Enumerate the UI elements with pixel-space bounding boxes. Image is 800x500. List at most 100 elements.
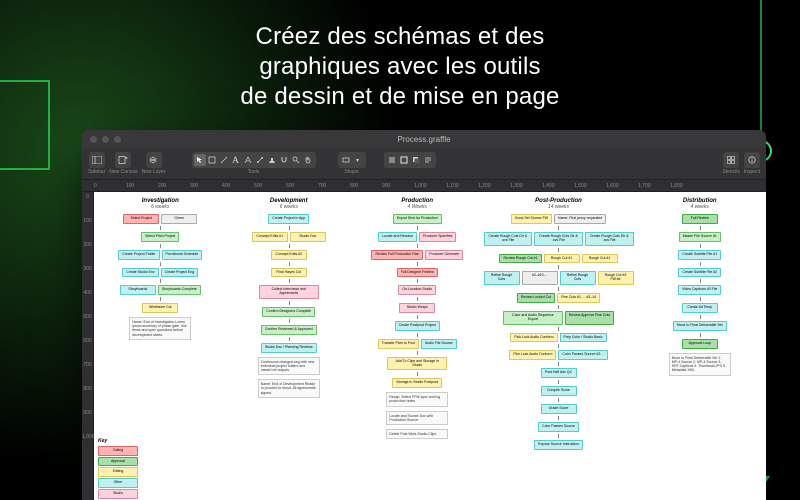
flow-node[interactable]: On-Location Studio [398, 285, 436, 295]
phase-note[interactable]: Continuous changed-seg with new individu… [258, 357, 320, 376]
flow-node[interactable]: Move to Final Deliverable Set [673, 321, 727, 331]
flow-node[interactable]: Storyboards [120, 285, 156, 295]
flow-node[interactable]: Compile Score [541, 386, 577, 396]
flow-node[interactable]: Grade Score [541, 404, 577, 414]
toolbar-new-layer[interactable]: New Layer [142, 152, 166, 175]
hand-tool-icon[interactable] [302, 154, 314, 166]
flow-node[interactable]: Studio Doc [290, 232, 326, 242]
flow-node[interactable]: Create Subtitle File #1 [678, 250, 721, 260]
flow-node[interactable]: Full Review [682, 214, 718, 224]
flow-node[interactable]: Producer Generate [425, 250, 463, 260]
flow-node[interactable]: Rough Cut #1 [544, 254, 580, 264]
stroke-icon[interactable] [398, 154, 410, 166]
flow-node[interactable]: Create Subtitle File #2 [678, 268, 721, 278]
flow-node[interactable]: Color Passes Source #2… [558, 350, 607, 360]
shape-tool-icon[interactable] [206, 154, 218, 166]
fill-icon[interactable] [386, 154, 398, 166]
connector [700, 226, 701, 230]
flow-node[interactable]: Review Approve Fine Cuts [565, 311, 614, 325]
flow-node[interactable]: Color and Audio Sequence Export [503, 311, 563, 325]
zoom-tool-icon[interactable] [290, 154, 302, 166]
flow-node[interactable]: Add To Clips and Storage in Studio [387, 357, 447, 371]
flow-node[interactable]: Pick Lock Audio Conform [510, 333, 557, 343]
flow-node[interactable]: Video Captions #3 File [678, 285, 721, 295]
flow-node[interactable]: Green [161, 214, 197, 224]
flow-node[interactable]: Audio File Source [421, 339, 457, 349]
phase-note[interactable]: Name: End of Investigation Lorem ipsum s… [129, 317, 191, 340]
flow-node[interactable]: Good Set Source FW [511, 214, 552, 224]
flow-node[interactable]: Final Hayes Cut [271, 268, 307, 278]
flow-node[interactable]: Locate and Resolve [378, 232, 417, 242]
flow-node[interactable]: Pick Lock Audio Conform [509, 350, 556, 360]
toolbar-shape-picker[interactable]: ▾ Shape [338, 152, 366, 175]
phase-note[interactable]: Recap: Select FFW sync and log productio… [386, 392, 448, 406]
flow-node[interactable]: Review Locked Cut [517, 293, 555, 303]
stamp-tool-icon[interactable] [266, 154, 278, 166]
app-window: Process.graffle Sidebar New Canvas New L… [82, 130, 766, 500]
text-tool-icon[interactable]: A [230, 154, 242, 166]
shadow-icon[interactable] [410, 154, 422, 166]
flow-node[interactable]: Full Designer Review [397, 268, 438, 278]
flow-node[interactable]: Create Studio Env [122, 268, 158, 278]
flow-node[interactable]: Confirm Reviewed & Approved [261, 325, 317, 335]
flow-node[interactable]: Master File Source #1 [679, 232, 721, 242]
flow-node[interactable]: Approval Loop [682, 339, 718, 349]
pen-tool-icon[interactable] [242, 154, 254, 166]
flow-node[interactable]: Producer Specifies [419, 232, 456, 242]
window-titlebar[interactable]: Process.graffle [82, 130, 766, 148]
selection-tool-icon[interactable] [194, 154, 206, 166]
flow-node[interactable]: Studio Wraps [399, 303, 435, 313]
flow-node[interactable]: Wireframe Cut [142, 303, 178, 313]
flow-node[interactable]: Name: First proxy requested [554, 214, 606, 224]
connector [700, 333, 701, 337]
line-tool-icon[interactable] [218, 154, 230, 166]
flow-node[interactable]: Post Half Adv QC [541, 368, 577, 378]
flow-node[interactable]: Confirm Designers Complete [262, 307, 315, 317]
toolbar-sidebar-toggle[interactable]: Sidebar [88, 152, 105, 175]
flow-node[interactable]: #2–#10… [522, 271, 558, 285]
phase-note[interactable]: Locate and Source Doc with Production So… [386, 411, 448, 425]
point-edit-icon[interactable] [254, 154, 266, 166]
flow-node[interactable]: Select Pitch Project [141, 232, 179, 242]
flow-node[interactable]: Refine Rough Cuts [560, 271, 596, 285]
magnet-tool-icon[interactable] [278, 154, 290, 166]
flow-node[interactable]: Rough Cut #1 [582, 254, 618, 264]
flow-node[interactable]: Color Passes Source [538, 422, 579, 432]
flow-node[interactable]: Expose Source Instruction [534, 440, 583, 450]
toolbar-stencils[interactable]: Stencils [722, 152, 740, 175]
flow-node[interactable]: Storyboards Complete [158, 285, 201, 295]
flow-node[interactable]: Transfer Files to Post [378, 339, 419, 349]
flow-node[interactable]: Create Project Eng [161, 268, 199, 278]
flow-node[interactable]: Create Project in App [268, 214, 309, 224]
flow-node[interactable]: Create Alt Temp [682, 303, 718, 313]
flow-node[interactable]: Create Rough Cuts Dir & .svs File [585, 232, 634, 246]
toolbar-style-group[interactable] [384, 152, 436, 175]
flow-node[interactable]: Create Postprod Project [395, 321, 440, 331]
flow-node[interactable]: Concept Edits #1 [252, 232, 288, 242]
phase-note[interactable]: Name: End of Development Ready to procee… [258, 379, 320, 398]
flow-node[interactable]: Studio Doc / Planning Reviews [261, 343, 317, 353]
flow-node[interactable]: Concept Edits #2 [271, 250, 307, 260]
flow-node[interactable]: Collect Interviews and Agreements [259, 285, 319, 299]
text-style-icon[interactable] [422, 154, 434, 166]
flow-node[interactable]: Provisional Schedule [162, 250, 203, 260]
canvas[interactable]: Investigation6 weeksSelect ProjectGreenS… [94, 192, 766, 500]
vertical-ruler[interactable]: 01002003004005006007008009001,000 [82, 192, 94, 500]
flow-node[interactable]: Create Rough Cuts Dir & .svs File [534, 232, 583, 246]
flow-node[interactable]: Fine Cuts #1 … #3–14 [557, 293, 600, 303]
flow-node[interactable]: Storage in Studio Postprod [392, 378, 442, 388]
toolbar-inspect[interactable]: Inspect [744, 152, 760, 175]
flow-node[interactable]: Create Project Folder [118, 250, 159, 260]
flow-node[interactable]: Rough Cut #3 FW.txt [598, 271, 634, 285]
phase-note[interactable]: Delete Post Work Studio Clips [386, 429, 448, 439]
flow-node[interactable]: Refine Rough Cuts [484, 271, 520, 285]
flow-node[interactable]: Select Project [123, 214, 159, 224]
flow-node[interactable]: Review Rough Cut #1 [499, 254, 541, 264]
flow-node[interactable]: Export Shot for Production [393, 214, 442, 224]
flow-node[interactable]: Create Rough Cuts Dir & .svs File [484, 232, 533, 246]
flow-node[interactable]: Review Full Production Plan [371, 250, 423, 260]
phase-note[interactable]: Move to Final Deliverable Set 1. MP-4 So… [669, 353, 731, 376]
flow-node[interactable]: Prep Color / Studio Basic [560, 333, 607, 343]
toolbar-new-canvas[interactable]: New Canvas [109, 152, 137, 175]
horizontal-ruler[interactable]: 01002003004005006007008009001,0001,1001,… [82, 180, 766, 192]
